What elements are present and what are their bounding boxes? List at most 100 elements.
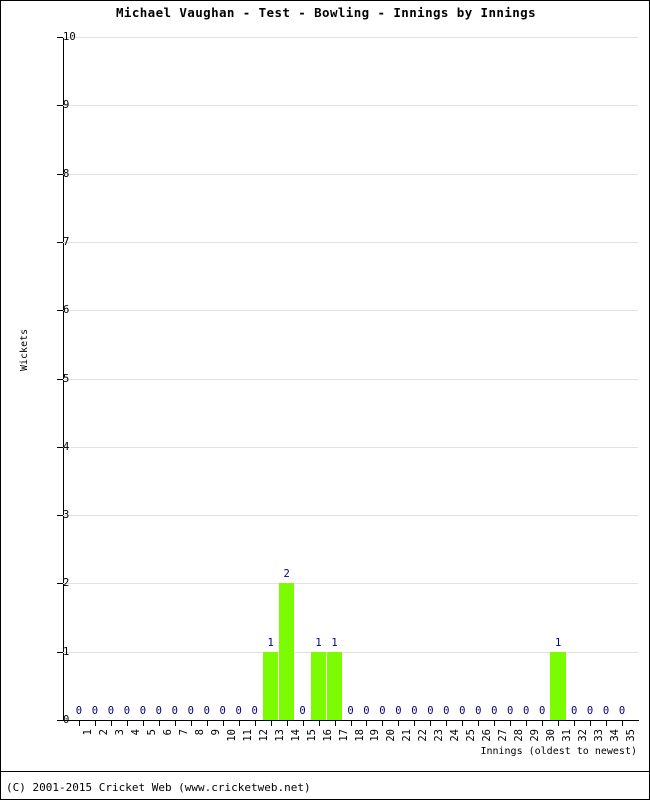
x-tick-mark [382, 720, 383, 726]
x-tick-label: 2 [97, 729, 110, 736]
bar-value-label: 0 [411, 705, 418, 717]
x-tick-label: 18 [353, 729, 366, 742]
copyright-notice: (C) 2001-2015 Cricket Web (www.cricketwe… [6, 781, 311, 794]
x-tick-label: 29 [529, 729, 542, 742]
bar-value-label: 0 [363, 705, 370, 717]
bar-value-label: 0 [91, 705, 99, 717]
x-tick-mark [79, 720, 80, 726]
bar[interactable] [310, 651, 327, 720]
gridline [63, 446, 638, 448]
x-tick-mark [574, 720, 575, 726]
x-tick-mark [526, 720, 527, 726]
bar-value-label: 0 [219, 705, 226, 717]
bar-value-label: 0 [491, 705, 498, 717]
plot-area: 012345678910 123456789101112131415161718… [57, 31, 639, 742]
x-tick-label: 8 [193, 729, 206, 736]
x-tick-label: 1 [81, 729, 94, 736]
x-tick-label: 20 [385, 729, 398, 742]
bar-value-label: 0 [379, 705, 386, 717]
bar-value-label: 0 [395, 705, 402, 717]
bar-value-label: 0 [459, 705, 466, 717]
x-tick-label: 12 [257, 729, 270, 742]
bar-value-label: 0 [427, 705, 434, 717]
x-tick-mark [542, 720, 543, 726]
x-tick-label: 5 [145, 729, 158, 736]
x-tick-mark [223, 720, 224, 726]
x-tick-mark [622, 720, 623, 726]
x-tick-mark [558, 720, 559, 726]
bar-value-label: 0 [107, 705, 115, 717]
x-tick-label: 4 [129, 729, 142, 736]
bar-value-label: 0 [203, 705, 210, 717]
x-tick-mark [335, 720, 336, 726]
y-axis-title: Wickets [19, 328, 30, 371]
x-tick-label: 13 [273, 729, 286, 742]
x-tick-mark [111, 720, 112, 726]
gridline [63, 515, 638, 517]
x-tick-label: 32 [577, 729, 590, 742]
x-tick-mark [478, 720, 479, 726]
bar-value-label: 0 [347, 705, 354, 717]
x-tick-mark [398, 720, 399, 726]
x-tick-label: 35 [625, 729, 638, 742]
bar-value-label: 1 [267, 636, 274, 649]
x-tick-label: 28 [513, 729, 526, 742]
x-axis-title: Innings (oldest to newest) [480, 746, 637, 757]
x-tick-mark [366, 720, 367, 726]
x-tick-label: 17 [337, 729, 350, 742]
x-tick-mark [207, 720, 208, 726]
bar[interactable] [262, 651, 279, 720]
x-tick-mark [191, 720, 192, 726]
x-tick-mark [255, 720, 256, 726]
x-tick-mark [462, 720, 463, 726]
bar[interactable] [326, 651, 343, 720]
x-tick-label: 22 [417, 729, 430, 742]
bar[interactable] [278, 583, 295, 720]
gridline [63, 310, 638, 312]
x-tick-mark [414, 720, 415, 726]
bar-value-label: 0 [251, 705, 258, 717]
x-tick-label: 26 [481, 729, 494, 742]
bar-value-label: 2 [283, 568, 290, 581]
bar-value-label: 1 [331, 636, 338, 649]
gridline [63, 241, 638, 243]
bar-value-label: 0 [586, 705, 594, 717]
bar-value-label: 0 [75, 705, 83, 717]
x-tick-label: 30 [545, 729, 558, 742]
x-tick-mark [287, 720, 288, 726]
bar-value-label: 0 [123, 705, 131, 717]
x-tick-mark [510, 720, 511, 726]
x-tick-label: 14 [289, 729, 302, 742]
bar[interactable] [550, 651, 566, 720]
bar-value-label: 0 [443, 705, 450, 717]
bar-value-label: 0 [538, 705, 546, 717]
x-tick-mark [319, 720, 320, 726]
x-tick-mark [303, 720, 304, 726]
bar-value-label: 0 [155, 705, 162, 717]
page-title: Michael Vaughan - Test - Bowling - Innin… [115, 5, 537, 20]
x-tick-label: 15 [305, 729, 318, 742]
gridline [63, 105, 638, 107]
x-tick-label: 6 [161, 729, 174, 736]
x-tick-label: 9 [209, 729, 222, 736]
x-tick-mark [95, 720, 96, 726]
gridline [63, 583, 638, 585]
bar-value-label: 0 [235, 705, 242, 717]
bar-value-label: 0 [523, 705, 530, 717]
bar-value-label: 0 [602, 705, 610, 717]
bar-value-label: 0 [187, 705, 194, 717]
x-tick-mark [127, 720, 128, 726]
bar-value-label: 0 [171, 705, 178, 717]
x-tick-label: 16 [321, 729, 334, 742]
gridline [63, 378, 638, 380]
x-tick-label: 31 [561, 729, 574, 742]
x-tick-mark [143, 720, 144, 726]
bar-value-label: 0 [507, 705, 514, 717]
x-tick-label: 25 [465, 729, 478, 742]
x-tick-mark [590, 720, 591, 726]
gridline [63, 37, 638, 38]
x-tick-mark [271, 720, 272, 726]
x-tick-mark [606, 720, 607, 726]
x-tick-label: 24 [449, 729, 462, 742]
x-tick-label: 34 [609, 729, 622, 742]
